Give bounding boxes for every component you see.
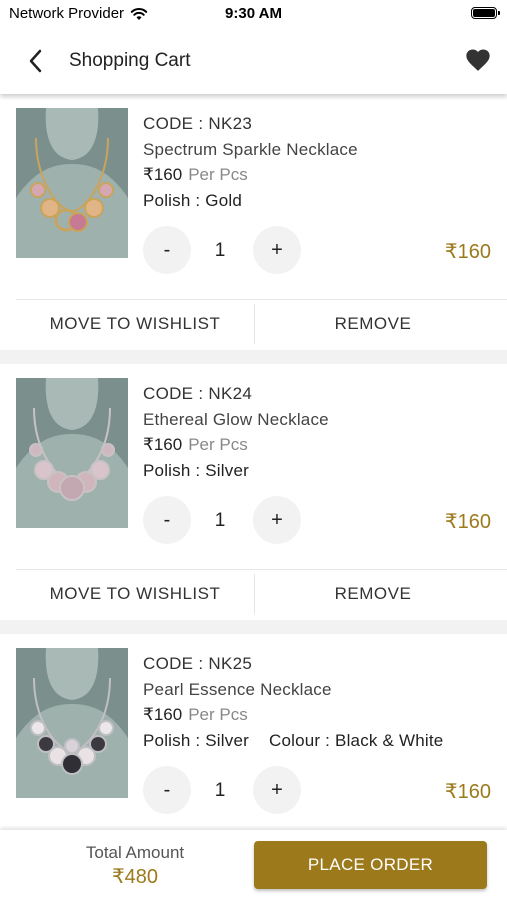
- cart-item: CODE : NK24 Ethereal Glow Necklace ₹160 P…: [0, 364, 507, 620]
- move-to-wishlist-button[interactable]: MOVE TO WISHLIST: [16, 304, 254, 344]
- product-code: CODE : NK24: [143, 384, 253, 403]
- product-image-nk23[interactable]: [16, 108, 128, 258]
- chevron-left-icon: [29, 49, 42, 73]
- remove-button[interactable]: REMOVE: [255, 574, 491, 614]
- quantity-value: 1: [214, 510, 226, 531]
- total-amount-value: ₹480: [111, 866, 159, 888]
- divider: [16, 569, 507, 570]
- heart-icon: [466, 49, 490, 71]
- product-name: Spectrum Sparkle Necklace: [143, 140, 358, 159]
- product-name: Pearl Essence Necklace: [143, 680, 332, 699]
- cart-item: CODE : NK23 Spectrum Sparkle Necklace ₹1…: [0, 94, 507, 350]
- wishlist-button[interactable]: [464, 46, 492, 74]
- product-image-nk24[interactable]: [16, 378, 128, 528]
- item-total: ₹160: [444, 241, 491, 263]
- decrease-quantity-button[interactable]: -: [143, 226, 191, 274]
- product-price-line: ₹160 Per Pcs: [143, 435, 248, 455]
- battery-icon: [471, 7, 500, 19]
- back-button[interactable]: [24, 46, 50, 76]
- unit-price: ₹160: [143, 165, 183, 184]
- product-polish: Polish : Silver: [143, 461, 249, 480]
- total-amount-label: Total Amount: [85, 843, 185, 862]
- product-code: CODE : NK25: [143, 654, 253, 673]
- cart-item: CODE : NK25 Pearl Essence Necklace ₹160 P…: [0, 634, 507, 830]
- item-total: ₹160: [444, 511, 491, 533]
- product-polish: Polish : Silver: [143, 731, 249, 750]
- cart-list[interactable]: CODE : NK23 Spectrum Sparkle Necklace ₹1…: [0, 94, 507, 830]
- product-code: CODE : NK23: [143, 114, 253, 133]
- move-to-wishlist-button[interactable]: MOVE TO WISHLIST: [16, 574, 254, 614]
- remove-button[interactable]: REMOVE: [255, 304, 491, 344]
- product-price-line: ₹160 Per Pcs: [143, 165, 248, 185]
- increase-quantity-button[interactable]: +: [253, 496, 301, 544]
- price-unit: Per Pcs: [188, 435, 248, 454]
- status-time: 9:30 AM: [225, 5, 282, 22]
- quantity-value: 1: [214, 240, 226, 261]
- product-name: Ethereal Glow Necklace: [143, 410, 329, 429]
- page-title: Shopping Cart: [69, 50, 191, 71]
- nav-bar: Shopping Cart: [0, 28, 507, 94]
- unit-price: ₹160: [143, 435, 183, 454]
- product-polish: Polish : Gold: [143, 191, 242, 210]
- quantity-value: 1: [214, 780, 226, 801]
- product-image-nk25[interactable]: [16, 648, 128, 798]
- place-order-button[interactable]: PLACE ORDER: [254, 841, 487, 889]
- checkout-bar: Total Amount ₹480 PLACE ORDER: [0, 830, 507, 900]
- increase-quantity-button[interactable]: +: [253, 766, 301, 814]
- unit-price: ₹160: [143, 705, 183, 724]
- product-price-line: ₹160 Per Pcs: [143, 705, 248, 725]
- increase-quantity-button[interactable]: +: [253, 226, 301, 274]
- price-unit: Per Pcs: [188, 705, 248, 724]
- divider: [16, 299, 507, 300]
- decrease-quantity-button[interactable]: -: [143, 496, 191, 544]
- product-polish-colour: Polish : Silver Colour : Black & White: [143, 731, 443, 751]
- decrease-quantity-button[interactable]: -: [143, 766, 191, 814]
- status-bar: Network Provider 9:30 AM: [0, 0, 507, 28]
- price-unit: Per Pcs: [188, 165, 248, 184]
- product-colour: Colour : Black & White: [268, 731, 444, 750]
- item-total: ₹160: [444, 781, 491, 803]
